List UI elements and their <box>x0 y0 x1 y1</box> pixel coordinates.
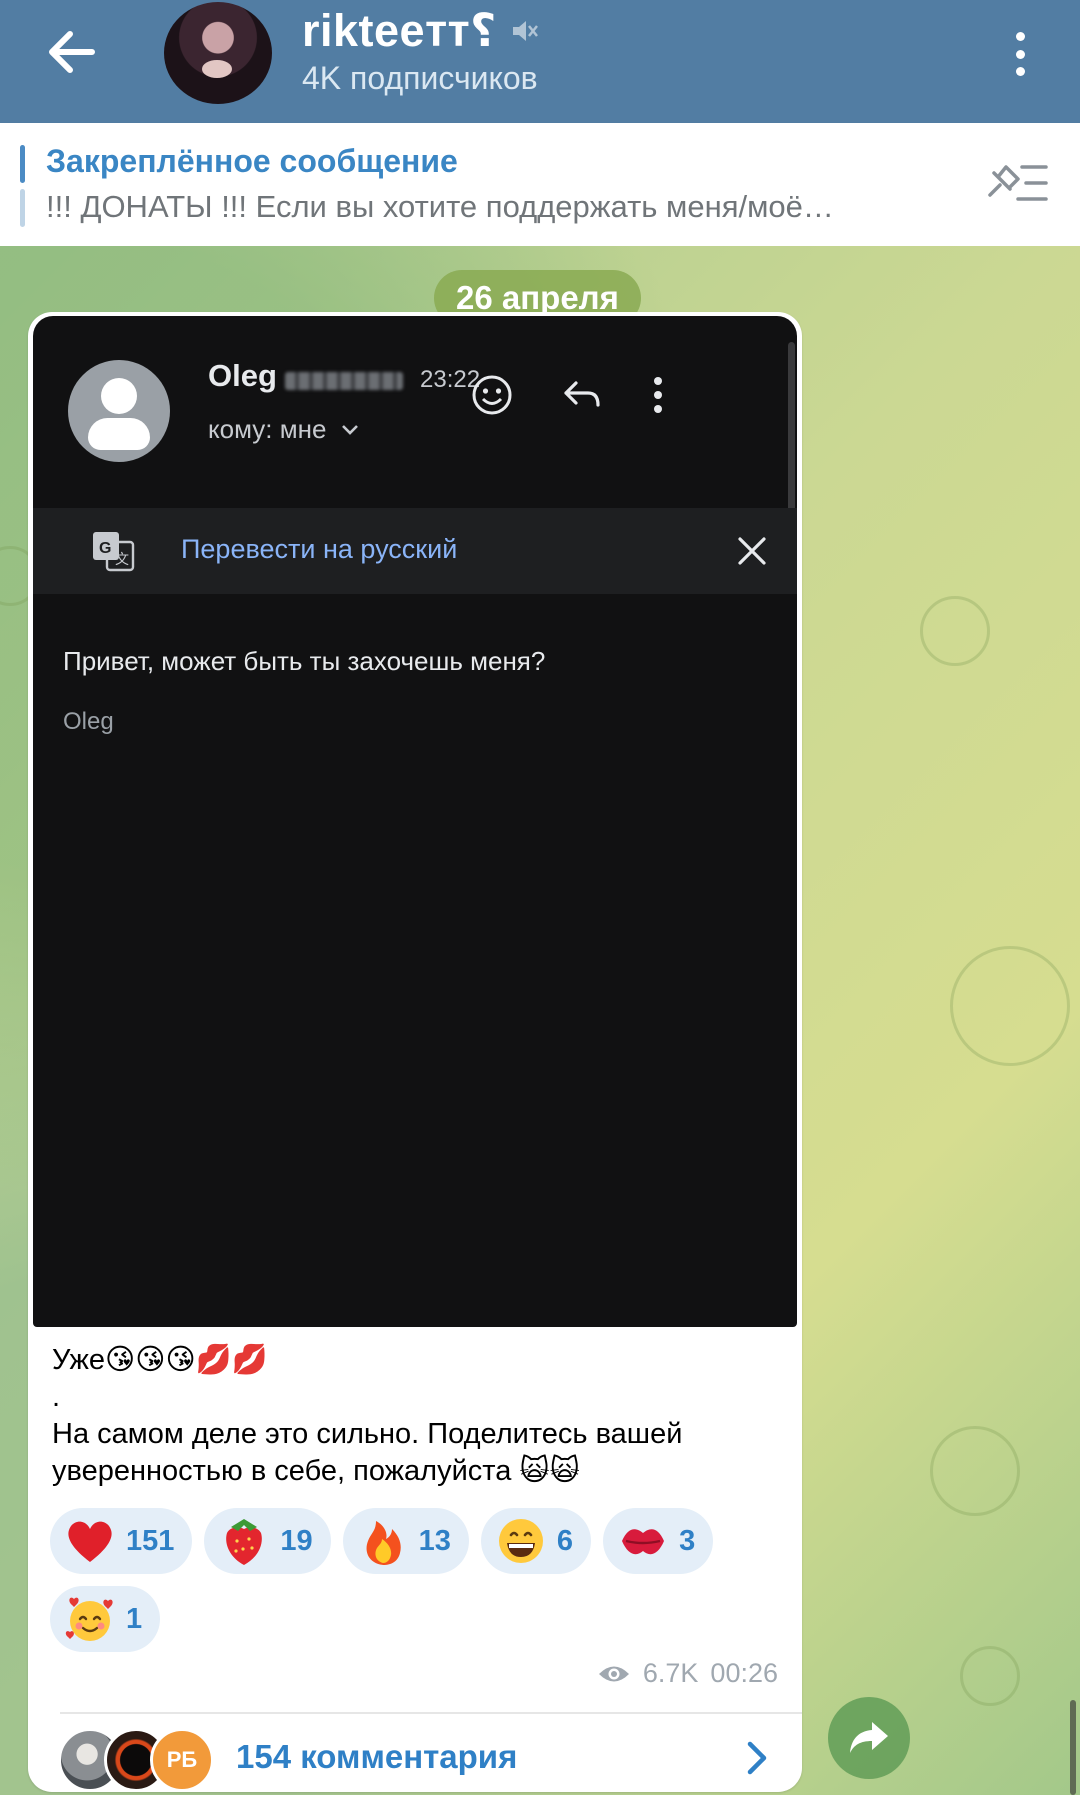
smiling-face-with-hearts-icon <box>64 1593 116 1645</box>
svg-text:文: 文 <box>115 552 129 568</box>
channel-avatar[interactable] <box>164 2 272 104</box>
more-dot-icon <box>1015 67 1025 76</box>
email-sender-avatar <box>68 360 170 462</box>
heart-icon <box>64 1515 116 1567</box>
background-doodle <box>930 1426 1020 1516</box>
close-icon <box>738 537 766 565</box>
translate-bar: G 文 Перевести на русский <box>33 508 797 594</box>
reaction-count: 13 <box>418 1524 451 1557</box>
comments-count-label: 154 комментария <box>236 1738 518 1775</box>
commenter-avatar: РБ <box>150 1728 214 1792</box>
pinned-text: !!! ДОНАТЫ !!! Если вы хотите поддержать… <box>46 189 834 224</box>
channel-title-row[interactable]: rikteeтт⸮ <box>302 4 539 57</box>
fire-icon <box>357 1515 409 1567</box>
caption-line: уверенностью в себе, пожалуйста 🙀🙀 <box>52 1455 580 1487</box>
more-options-button[interactable] <box>1000 26 1040 82</box>
background-doodle <box>950 946 1070 1066</box>
arrow-left-icon <box>49 31 95 73</box>
translate-link: Перевести на русский <box>181 534 458 564</box>
comments-button[interactable]: РБ 154 комментария <box>28 1716 802 1792</box>
post-photo[interactable]: Oleg 23:22 кому: мне G 文 Перевести на ру… <box>33 316 797 1327</box>
reaction-kiss[interactable]: 3 <box>603 1508 714 1574</box>
reaction-smiling-hearts[interactable]: 1 <box>50 1586 161 1652</box>
muted-speaker-icon <box>512 20 538 41</box>
reaction-heart[interactable]: 151 <box>50 1508 193 1574</box>
pinned-list-icon[interactable] <box>984 155 1050 211</box>
post-meta: 6.7K 00:26 <box>597 1658 778 1689</box>
strawberry-icon <box>218 1515 270 1567</box>
email-signature: Oleg <box>63 708 114 735</box>
emoji-reaction-icon <box>465 368 519 422</box>
post-time: 00:26 <box>710 1658 778 1688</box>
reaction-count: 1 <box>126 1602 143 1635</box>
share-button[interactable] <box>828 1697 910 1779</box>
email-sender-name: Oleg <box>208 358 277 393</box>
reaction-strawberry[interactable]: 19 <box>204 1508 331 1574</box>
svg-text:G: G <box>99 540 111 557</box>
subscriber-count: 4K подписчиков <box>302 60 538 96</box>
background-doodle <box>960 1646 1020 1706</box>
caption-line: Уже😘😘😘💋💋 <box>52 1344 268 1376</box>
background-doodle <box>920 596 990 666</box>
pinned-title: Закреплённое сообщение <box>46 143 458 179</box>
email-body: Привет, может быть ты захочешь меня? <box>63 646 546 676</box>
post-caption: Уже😘😘😘💋💋 . На самом деле это сильно. Под… <box>52 1342 772 1490</box>
email-recipient-label: кому: мне <box>208 414 327 444</box>
chat-header: rikteeтт⸮ 4K подписчиков <box>0 0 1080 123</box>
reaction-fire[interactable]: 13 <box>342 1508 469 1574</box>
chevron-down-icon <box>342 424 359 435</box>
caption-line: . <box>52 1381 61 1413</box>
reaction-grin[interactable]: 6 <box>480 1508 592 1574</box>
back-button[interactable] <box>36 22 106 82</box>
pinned-indicator <box>20 145 25 227</box>
share-arrow-icon <box>850 1722 888 1753</box>
eye-icon <box>598 1666 629 1681</box>
comments-divider <box>60 1712 802 1714</box>
view-count: 6.7K <box>642 1658 699 1688</box>
chevron-right-icon <box>747 1741 767 1775</box>
more-dot-icon <box>1015 32 1025 41</box>
reactions-row: 151 19 13 6 3 1 <box>50 1508 790 1652</box>
google-translate-icon: G 文 <box>93 532 135 572</box>
blurred-surname <box>285 372 403 390</box>
more-dot-icon <box>1015 49 1025 59</box>
chat-scrollbar[interactable] <box>1070 1700 1076 1795</box>
reply-icon <box>555 368 609 422</box>
reaction-count: 6 <box>556 1524 574 1557</box>
caption-line: На самом деле это сильно. Поделитесь ваш… <box>52 1418 683 1450</box>
pinned-message-bar[interactable]: Закреплённое сообщение !!! ДОНАТЫ !!! Ес… <box>0 123 1080 246</box>
reaction-count: 151 <box>126 1524 175 1557</box>
reaction-count: 3 <box>679 1524 696 1557</box>
email-more-icon <box>631 368 685 422</box>
channel-title: rikteeтт⸮ <box>302 5 497 56</box>
grinning-face-icon <box>495 1515 547 1567</box>
kiss-mark-icon <box>617 1515 669 1567</box>
email-recipient: кому: мне <box>208 414 360 445</box>
reaction-count: 19 <box>280 1524 313 1557</box>
channel-post[interactable]: Oleg 23:22 кому: мне G 文 Перевести на ру… <box>28 312 802 1792</box>
